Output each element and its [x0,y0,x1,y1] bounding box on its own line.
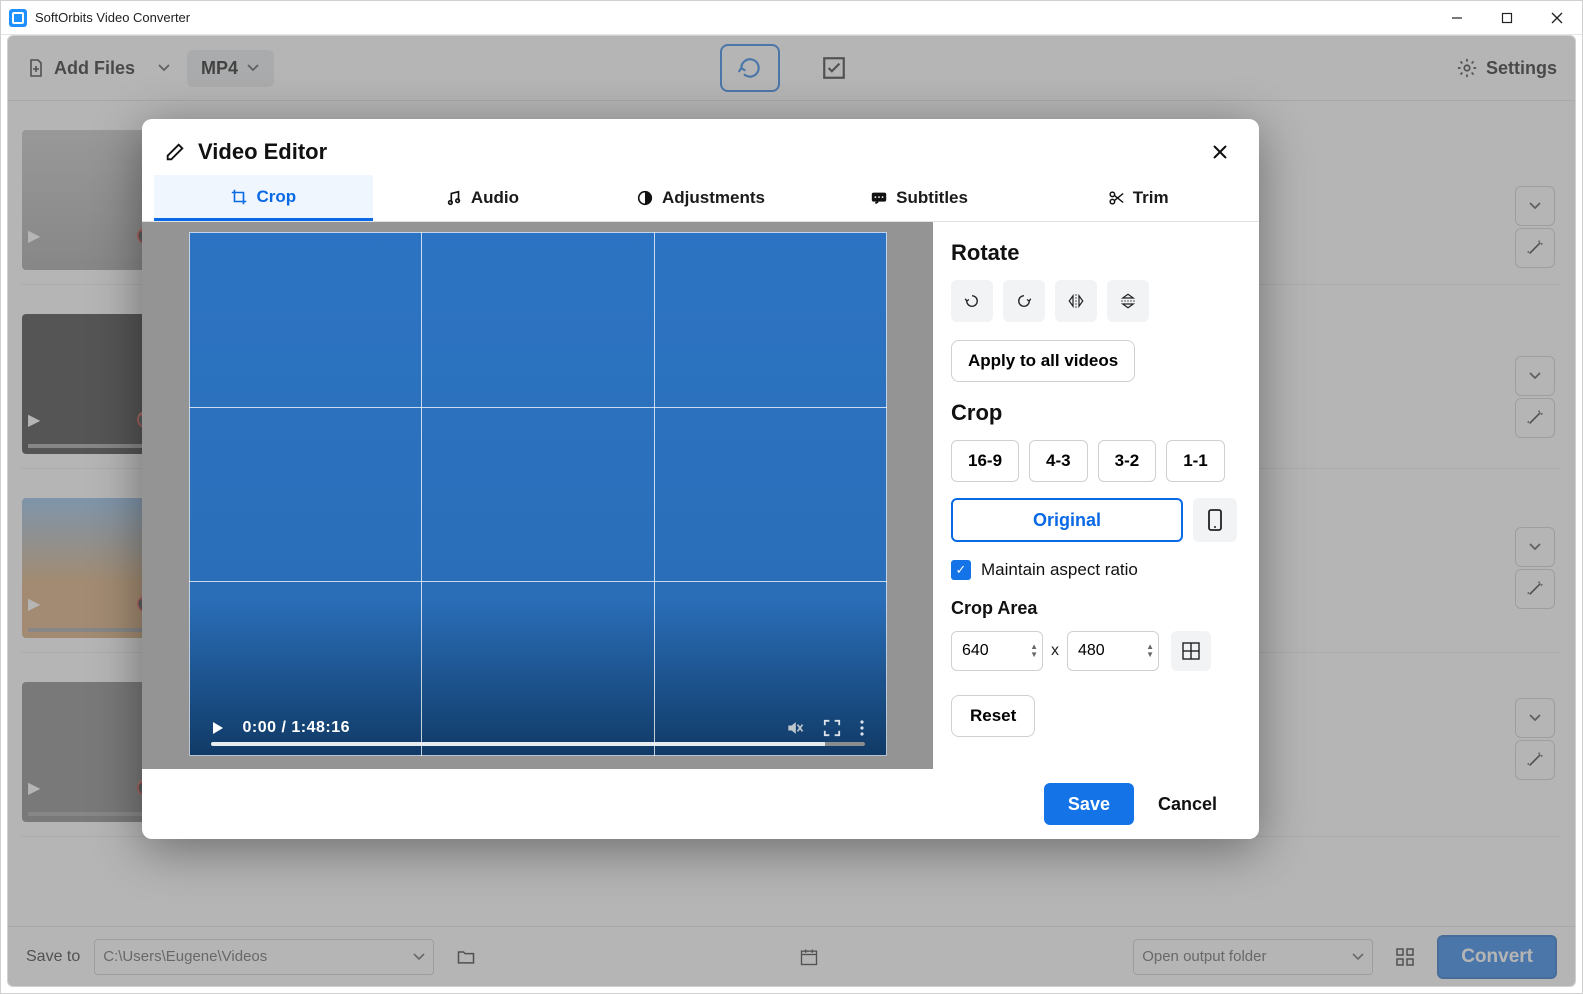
tab-subtitles-label: Subtitles [896,188,968,208]
grid-line [654,232,655,756]
player-time: 0:00 / 1:48:16 [243,719,351,737]
app-window: SoftOrbits Video Converter Add Files [0,0,1583,994]
reset-label: Reset [970,706,1016,726]
tab-trim-label: Trim [1133,188,1169,208]
ratio-label: 16-9 [968,451,1002,470]
crop-area-heading: Crop Area [951,598,1237,619]
grid-line [189,407,887,408]
subtitles-icon [870,189,888,207]
tab-audio[interactable]: Audio [373,175,592,221]
close-button[interactable] [1532,1,1582,35]
fullscreen-icon[interactable] [823,719,841,737]
ratio-label: 1-1 [1183,451,1208,470]
minimize-button[interactable] [1432,1,1482,35]
save-button[interactable]: Save [1044,783,1134,825]
rotate-cw-button[interactable] [1003,280,1045,322]
app-icon [9,9,27,27]
crop-heading: Crop [951,400,1237,426]
trim-icon [1107,189,1125,207]
save-label: Save [1068,794,1110,815]
adjustments-icon [636,189,654,207]
tab-adjustments[interactable]: Adjustments [591,175,810,221]
ratio-4-3-button[interactable]: 4-3 [1029,440,1088,482]
main-area: Add Files MP4 Set [7,35,1576,987]
titlebar-left: SoftOrbits Video Converter [9,9,190,27]
video-editor-modal: Video Editor Crop Audio Adjustments [142,119,1259,839]
mute-icon[interactable] [785,718,805,738]
ratio-buttons: 16-9 4-3 3-2 1-1 [951,440,1237,482]
flip-horizontal-button[interactable] [1055,280,1097,322]
ratio-label: 3-2 [1115,451,1140,470]
maximize-button[interactable] [1482,1,1532,35]
crop-icon [230,188,248,206]
crop-width-value: 640 [962,642,989,660]
crop-width-input[interactable]: 640 ▲▼ [951,631,1043,671]
original-row: Original [951,498,1237,542]
modal-tabs: Crop Audio Adjustments Subtitles Trim [142,175,1259,222]
tab-audio-label: Audio [471,188,519,208]
ratio-1-1-button[interactable]: 1-1 [1166,440,1225,482]
play-button[interactable] [211,721,225,735]
cancel-label: Cancel [1158,794,1217,814]
original-button[interactable]: Original [951,498,1183,542]
flip-vertical-button[interactable] [1107,280,1149,322]
spinner-icon[interactable]: ▲▼ [1146,643,1154,659]
player-progress[interactable] [211,742,865,746]
spinner-icon[interactable]: ▲▼ [1030,643,1038,659]
app-title: SoftOrbits Video Converter [35,10,190,25]
tab-adjustments-label: Adjustments [662,188,765,208]
modal-body: 0:00 / 1:48:16 [142,222,1259,769]
apply-all-label: Apply to all videos [968,351,1118,371]
modal-footer: Save Cancel [142,769,1259,839]
crop-dimensions: 640 ▲▼ x 480 ▲▼ [951,631,1237,671]
modal-close-button[interactable] [1205,137,1235,167]
original-label: Original [1033,510,1101,531]
apply-all-button[interactable]: Apply to all videos [951,340,1135,382]
modal-title-text: Video Editor [198,139,327,165]
edit-icon [164,141,186,163]
rotate-ccw-button[interactable] [951,280,993,322]
grid-line [189,581,887,582]
rotate-heading: Rotate [951,240,1237,266]
maintain-aspect-checkbox[interactable]: ✓ [951,560,971,580]
more-icon[interactable] [859,719,865,737]
maintain-aspect-label: Maintain aspect ratio [981,560,1138,580]
cancel-button[interactable]: Cancel [1158,794,1217,815]
crop-side-panel: Rotate Apply to all videos Crop 16-9 4-3 [933,222,1259,769]
dimension-separator: x [1051,642,1059,660]
crop-height-input[interactable]: 480 ▲▼ [1067,631,1159,671]
audio-icon [445,189,463,207]
crop-height-value: 480 [1078,642,1105,660]
tab-crop-label: Crop [256,187,296,207]
maintain-aspect-row[interactable]: ✓ Maintain aspect ratio [951,560,1237,580]
tab-crop[interactable]: Crop [154,175,373,221]
player-controls: 0:00 / 1:48:16 [189,700,887,756]
tab-trim[interactable]: Trim [1028,175,1247,221]
ratio-3-2-button[interactable]: 3-2 [1098,440,1157,482]
ratio-16-9-button[interactable]: 16-9 [951,440,1019,482]
ratio-label: 4-3 [1046,451,1071,470]
grid-toggle-button[interactable] [1171,631,1211,671]
titlebar: SoftOrbits Video Converter [1,1,1582,35]
modal-title: Video Editor [164,139,327,165]
tab-subtitles[interactable]: Subtitles [810,175,1029,221]
device-preset-button[interactable] [1193,498,1237,542]
crop-canvas[interactable]: 0:00 / 1:48:16 [189,232,887,756]
preview-pane: 0:00 / 1:48:16 [142,222,933,769]
reset-button[interactable]: Reset [951,695,1035,737]
rotate-buttons [951,280,1237,322]
grid-line [421,232,422,756]
window-controls [1432,1,1582,35]
modal-header: Video Editor [142,119,1259,175]
